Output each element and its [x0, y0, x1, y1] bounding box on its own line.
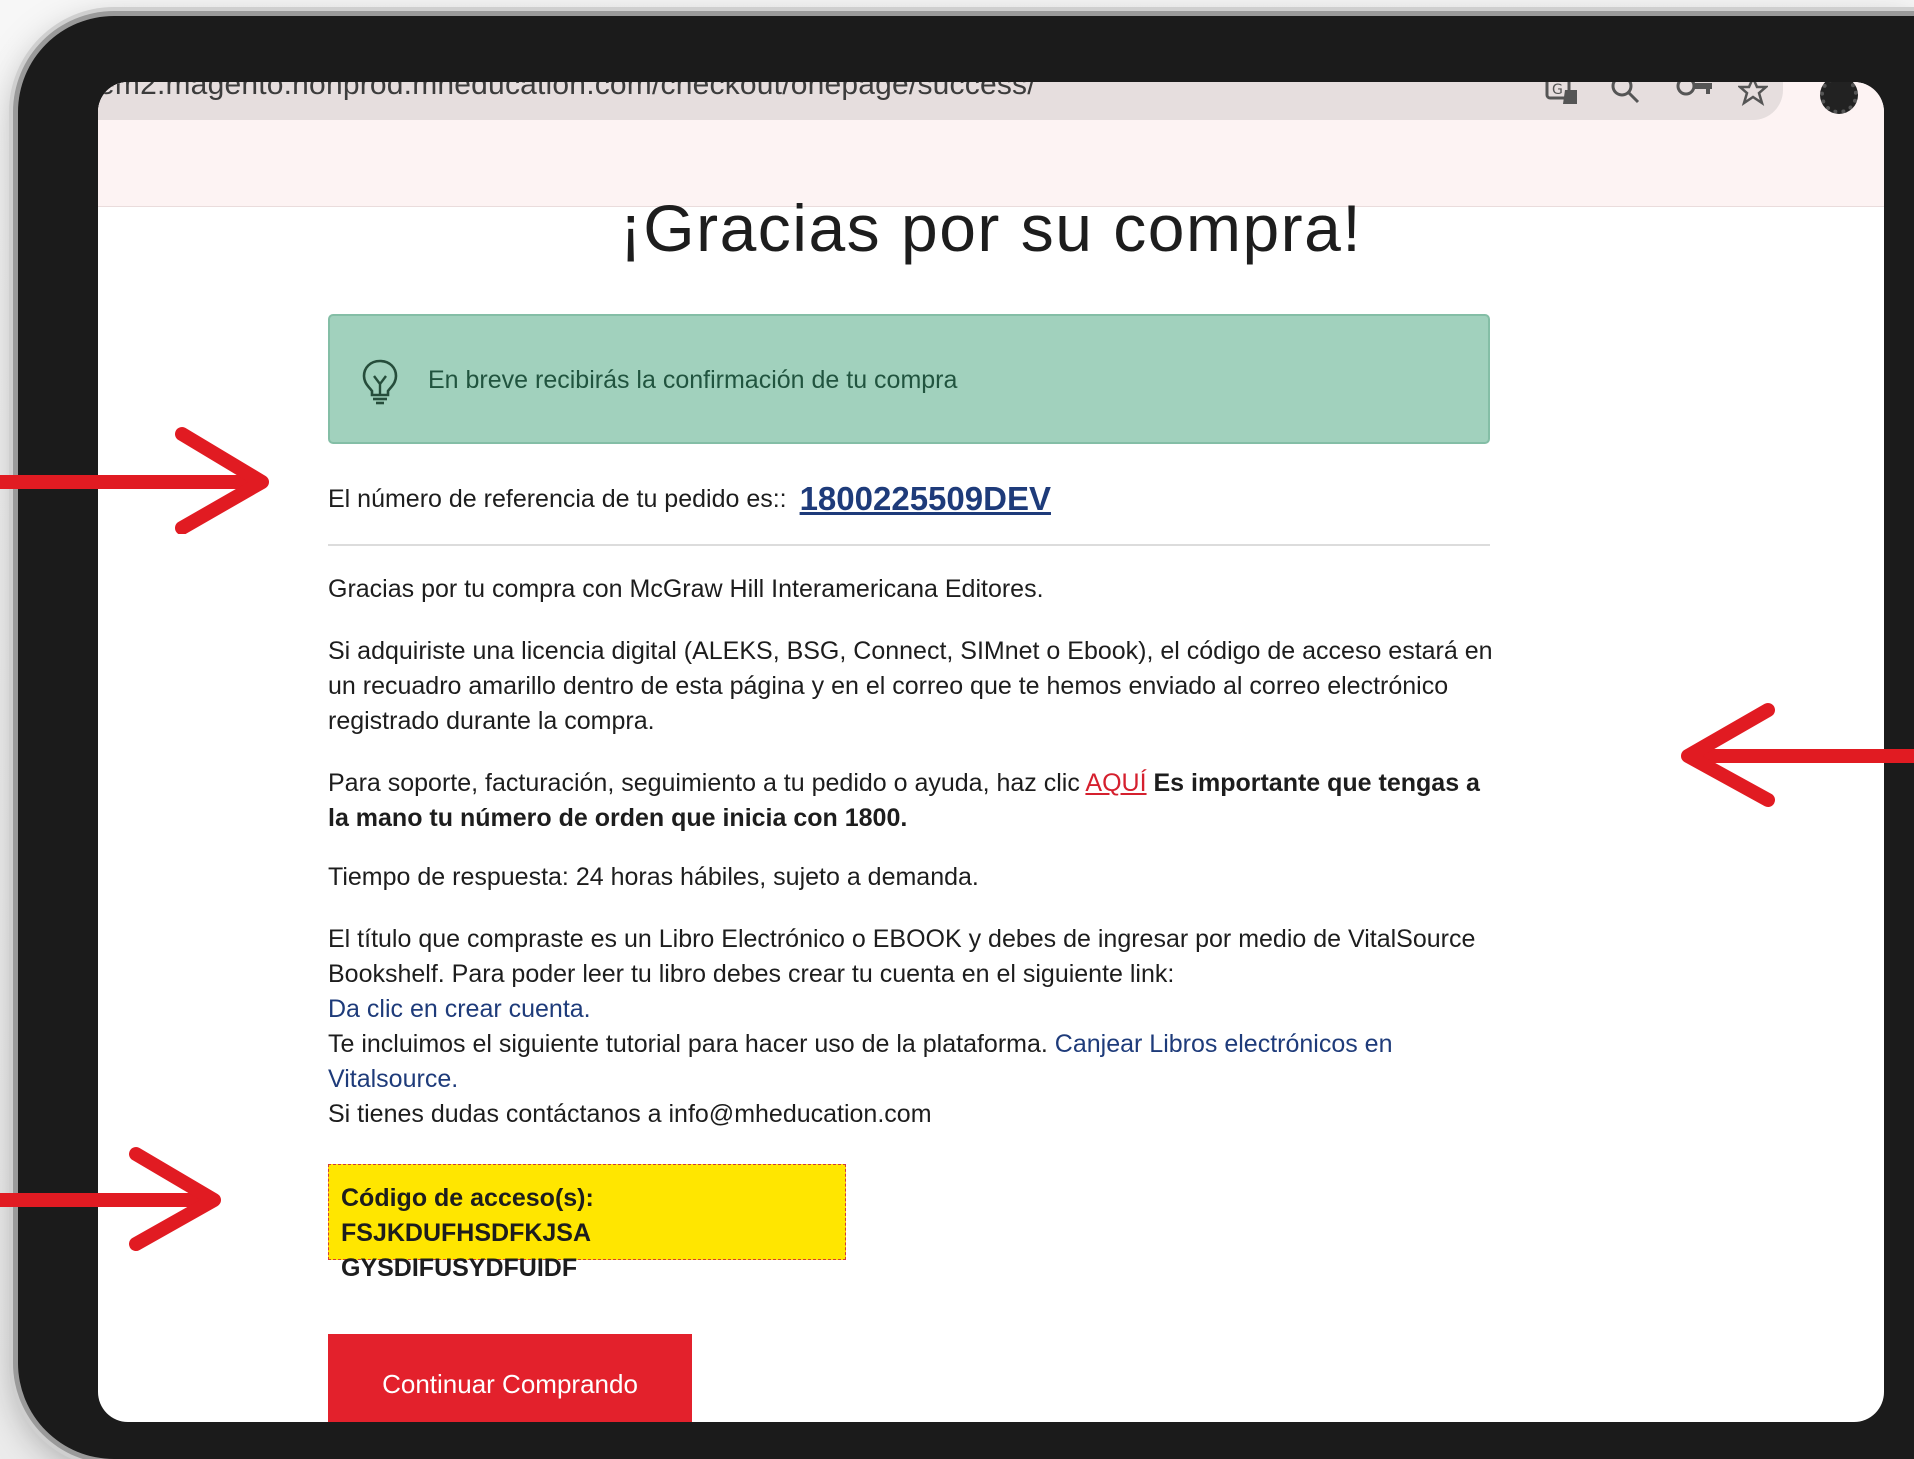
ebook-text: El título que compraste es un Libro Elec… — [328, 925, 1476, 988]
zoom-icon[interactable] — [1610, 82, 1640, 112]
address-bar[interactable]: em2.magento.nonprod.mheducation.com/chec… — [98, 82, 1783, 120]
address-bar-url[interactable]: em2.magento.nonprod.mheducation.com/chec… — [98, 82, 1036, 102]
tablet-frame: em2.magento.nonprod.mheducation.com/chec… — [18, 16, 1914, 1459]
translate-icon[interactable]: G — [1545, 82, 1579, 112]
order-reference: El número de referencia de tu pedido es:… — [328, 480, 1051, 518]
contact-text: Si tienes dudas contáctanos a info@mhedu… — [328, 1100, 932, 1128]
support-link[interactable]: AQUÍ — [1085, 769, 1146, 797]
support-paragraph: Para soporte, facturación, seguimiento a… — [328, 766, 1498, 836]
annotation-arrow-support — [1681, 703, 1914, 807]
tablet-screen: em2.magento.nonprod.mheducation.com/chec… — [98, 82, 1884, 1422]
license-info-text: Si adquiriste una licencia digital (ALEK… — [328, 637, 1493, 735]
annotation-arrow-reference — [0, 427, 269, 534]
svg-text:G: G — [1552, 82, 1563, 98]
extension-icon[interactable] — [1820, 82, 1858, 114]
continue-shopping-button[interactable]: Continuar Comprando — [328, 1334, 692, 1422]
access-code-box: Código de acceso(s): FSJKDUFHSDFKJSA GYS… — [328, 1164, 846, 1282]
lightbulb-icon — [360, 358, 400, 411]
bookmark-star-icon[interactable] — [1736, 82, 1770, 112]
create-account-link[interactable]: Da clic en crear cuenta. — [328, 995, 591, 1023]
tutorial-text: Te incluimos el siguiente tutorial para … — [328, 1030, 1048, 1058]
order-reference-number[interactable]: 1800225509DEV — [800, 480, 1051, 517]
thanks-text: Gracias por tu compra con McGraw Hill In… — [328, 575, 1044, 603]
confirmation-notice-text: En breve recibirás la confirmación de tu… — [428, 366, 958, 394]
confirmation-notice: En breve recibirás la confirmación de tu… — [328, 314, 1490, 444]
support-text: Para soporte, facturación, seguimiento a… — [328, 769, 1080, 797]
divider — [328, 544, 1490, 546]
ebook-paragraph: El título que compraste es un Libro Elec… — [328, 922, 1498, 1132]
browser-toolbar: em2.magento.nonprod.mheducation.com/chec… — [98, 82, 1884, 207]
order-reference-label: El número de referencia de tu pedido es:… — [328, 485, 787, 513]
response-time-text: Tiempo de respuesta: 24 horas hábiles, s… — [328, 863, 979, 891]
annotation-arrow-access-code — [0, 1147, 221, 1251]
password-key-icon[interactable] — [1676, 82, 1714, 112]
page-title: ¡Gracias por su compra! — [619, 191, 1363, 265]
